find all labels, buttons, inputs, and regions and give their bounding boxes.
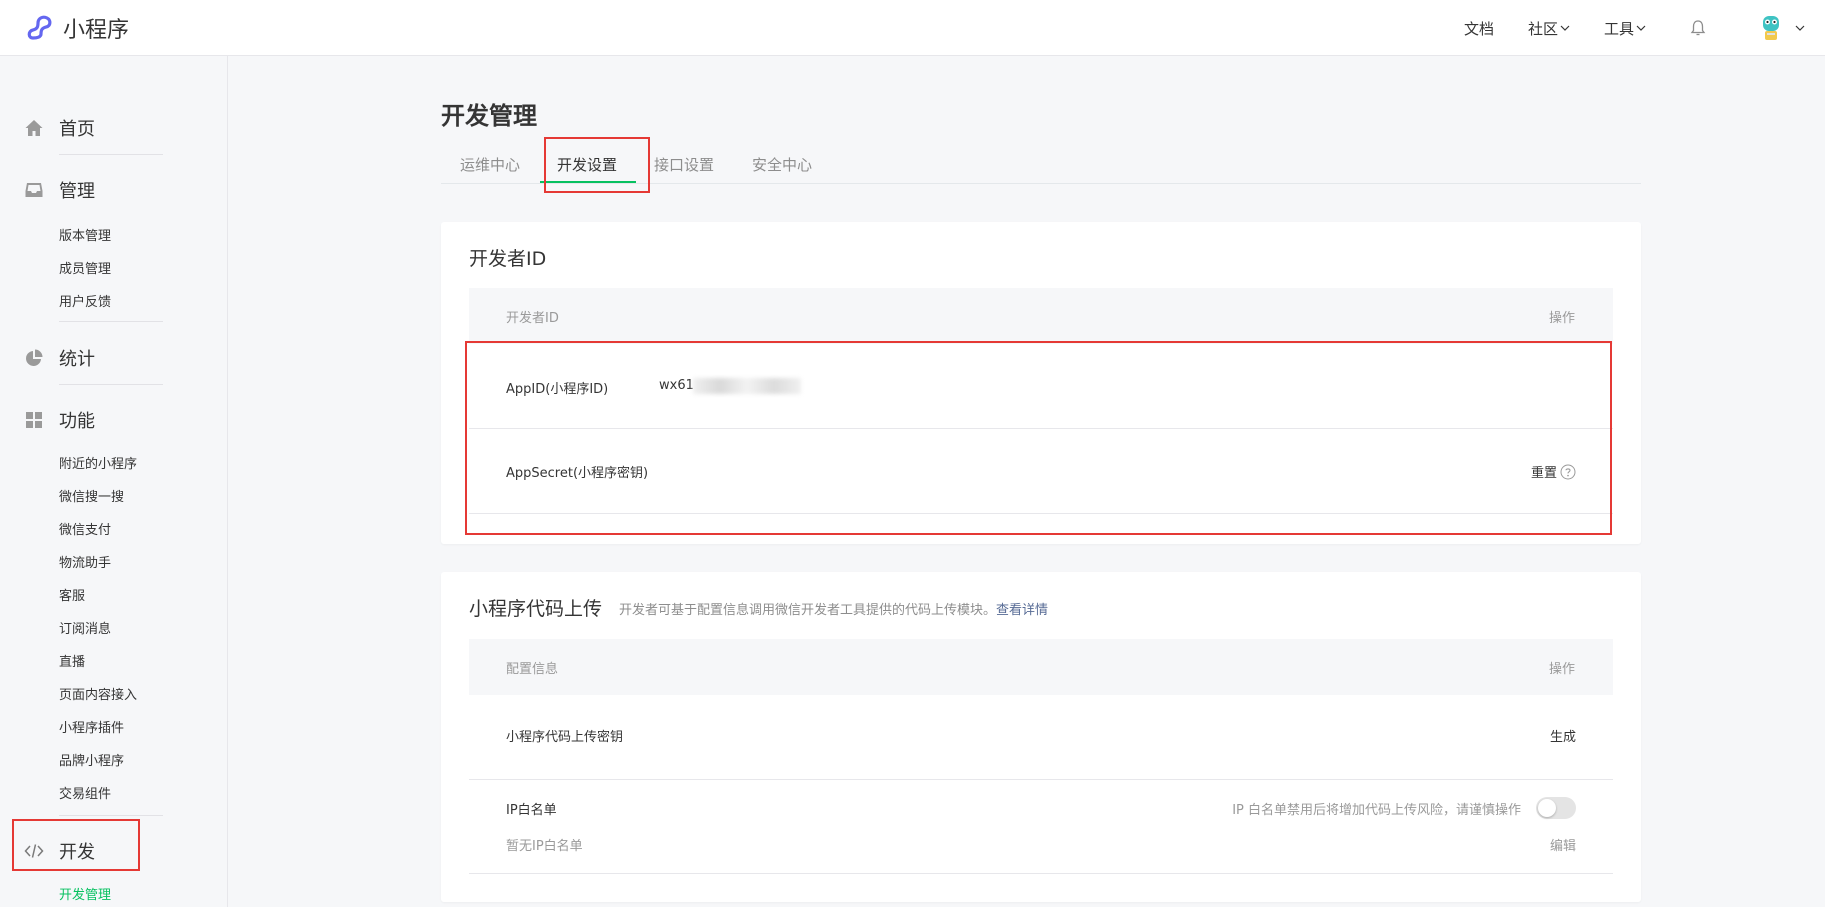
home-icon: [25, 120, 43, 136]
nav-docs[interactable]: 文档: [1464, 18, 1494, 39]
top-bar: 小程序 文档 社区 工具: [0, 0, 1825, 56]
sidebar-item-manage-label: 管理: [59, 181, 95, 202]
sidebar-item-stats-label: 统计: [59, 349, 95, 370]
ip-whitelist-toggle[interactable]: [1536, 797, 1576, 819]
nav-tools[interactable]: 工具: [1604, 18, 1646, 39]
table-header: 配置信息 操作: [469, 639, 1613, 695]
sidebar-item-live[interactable]: 直播: [59, 651, 85, 670]
sidebar-item-brand[interactable]: 品牌小程序: [59, 750, 124, 769]
tab-ops-center[interactable]: 运维中心: [460, 154, 520, 175]
column-header: 操作: [1548, 662, 1575, 677]
sidebar-item-plugins[interactable]: 小程序插件: [59, 717, 124, 736]
column-header: 配置信息: [506, 662, 559, 677]
sidebar-item-trade-component[interactable]: 交易组件: [59, 783, 111, 802]
app-name: 小程序: [63, 18, 130, 43]
column-header: 开发者ID: [506, 311, 559, 326]
generate-button[interactable]: 生成: [1550, 726, 1576, 745]
highlight-box: [12, 819, 140, 871]
code-upload-card: 小程序代码上传 开发者可基于配置信息调用微信开发者工具提供的代码上传模块。查看详…: [441, 572, 1641, 902]
row-divider: [469, 873, 1613, 874]
description-text: 开发者可基于配置信息调用微信开发者工具提供的代码上传模块。: [619, 603, 997, 618]
highlight-box: [465, 341, 1612, 535]
card-title: 开发者ID: [469, 248, 547, 270]
sidebar-item-wechat-pay[interactable]: 微信支付: [59, 519, 111, 538]
sidebar-item-logistics[interactable]: 物流助手: [59, 552, 111, 571]
ip-whitelist-empty: 暂无IP白名单: [506, 839, 583, 854]
sidebar-item-manage[interactable]: 管理: [24, 177, 95, 203]
sidebar-item-nearby[interactable]: 附近的小程序: [59, 453, 137, 472]
sidebar-divider: [59, 321, 163, 322]
sidebar-item-dev-manage[interactable]: 开发管理: [59, 884, 111, 903]
column-header: 操作: [1548, 311, 1575, 326]
sidebar-divider: [59, 384, 163, 385]
sidebar-item-version[interactable]: 版本管理: [59, 225, 111, 244]
table-header: 开发者ID 操作: [469, 288, 1613, 344]
sidebar-item-members[interactable]: 成员管理: [59, 258, 111, 277]
sidebar-item-feedback[interactable]: 用户反馈: [59, 291, 111, 310]
avatar: [1763, 16, 1779, 40]
tab-security-center[interactable]: 安全中心: [752, 154, 812, 175]
ip-whitelist-warning: IP 白名单禁用后将增加代码上传风险，请谨慎操作: [1232, 803, 1521, 818]
highlight-box: [544, 137, 650, 193]
sidebar-item-wechat-search[interactable]: 微信搜一搜: [59, 486, 124, 505]
upload-key-label: 小程序代码上传密钥: [506, 730, 624, 745]
sidebar-item-features[interactable]: 功能: [24, 407, 95, 433]
bell-icon: [1690, 20, 1706, 36]
chevron-down-icon: [1636, 25, 1646, 31]
grid-icon: [26, 412, 42, 428]
chevron-down-icon: [1795, 25, 1805, 31]
top-nav: 文档 社区 工具: [1464, 0, 1825, 56]
sidebar-item-features-label: 功能: [59, 411, 95, 432]
chevron-down-icon: [1560, 25, 1570, 31]
account-menu[interactable]: [1755, 12, 1805, 44]
card-description: 开发者可基于配置信息调用微信开发者工具提供的代码上传模块。查看详情: [619, 599, 1048, 618]
sidebar-item-home[interactable]: 首页: [24, 115, 95, 141]
sidebar-item-subscribe-message[interactable]: 订阅消息: [59, 618, 111, 637]
card-title: 小程序代码上传: [469, 598, 603, 620]
row-divider: [469, 779, 1613, 780]
nav-community-label: 社区: [1527, 19, 1558, 38]
sidebar-divider: [59, 154, 163, 155]
nav-tools-label: 工具: [1603, 19, 1634, 38]
nav-community[interactable]: 社区: [1528, 18, 1570, 39]
sidebar-divider: [59, 815, 163, 816]
pie-chart-icon: [26, 349, 43, 366]
sidebar-item-home-label: 首页: [59, 119, 95, 140]
toggle-knob: [1538, 799, 1556, 817]
tab-api-settings[interactable]: 接口设置: [654, 154, 714, 175]
ip-whitelist-label: IP白名单: [506, 803, 557, 818]
page-title: 开发管理: [441, 102, 537, 130]
nav-docs-label: 文档: [1463, 19, 1494, 38]
sidebar-item-customer-service[interactable]: 客服: [59, 585, 85, 604]
sidebar-item-page-content[interactable]: 页面内容接入: [59, 684, 137, 703]
edit-button[interactable]: 编辑: [1550, 835, 1576, 854]
notification-button[interactable]: [1688, 18, 1708, 38]
app-logo[interactable]: 小程序: [25, 12, 129, 44]
inbox-icon: [25, 183, 43, 197]
miniprogram-logo-icon: [27, 15, 52, 40]
detail-link[interactable]: 查看详情: [996, 603, 1048, 618]
sidebar-item-stats[interactable]: 统计: [24, 345, 95, 371]
